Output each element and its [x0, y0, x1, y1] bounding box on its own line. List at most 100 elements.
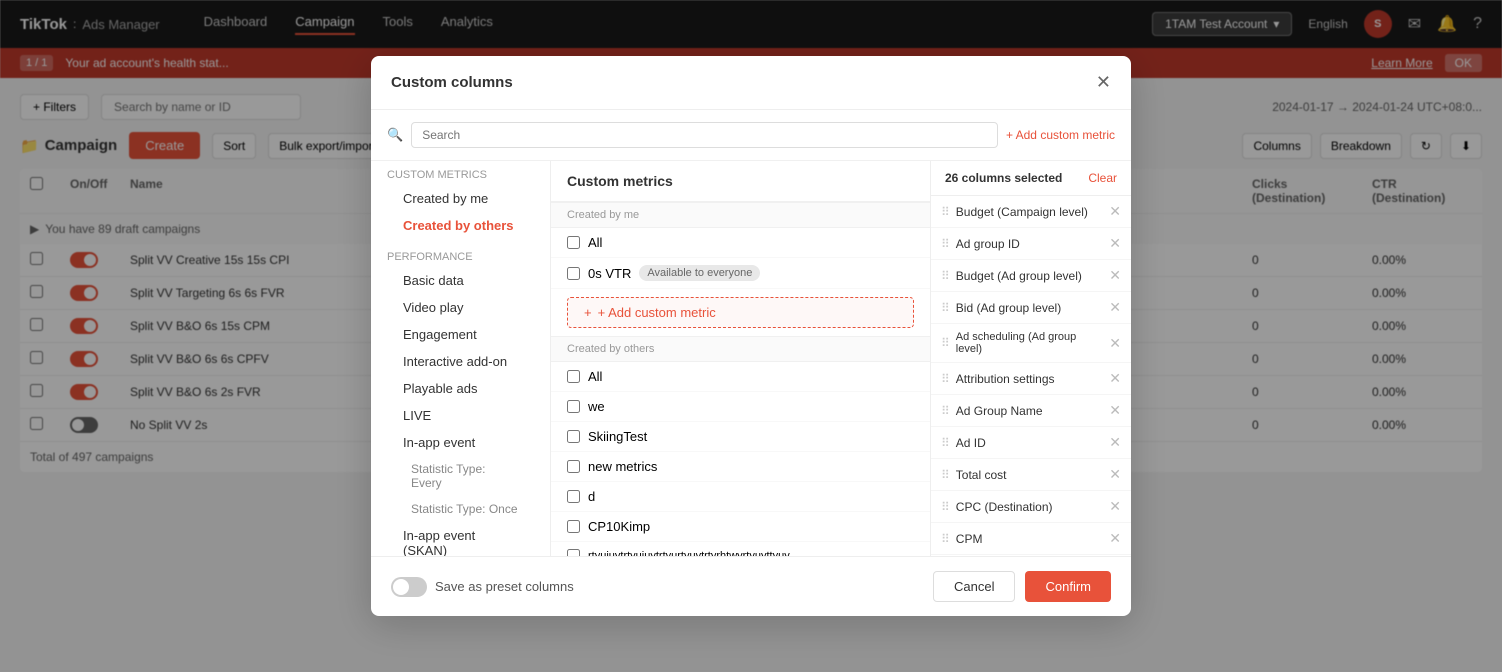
metric-label-we: we: [588, 399, 605, 414]
column-item: ⠿ Total cost ✕: [931, 459, 1131, 491]
column-item: ⠿ CPM ✕: [931, 523, 1131, 555]
left-item-video-play[interactable]: Video play: [387, 294, 534, 321]
modal-left-panel: Custom metrics Created by me Created by …: [371, 161, 551, 556]
metric-checkbox-we[interactable]: [567, 400, 580, 413]
column-label: CPM: [956, 532, 983, 546]
preset-toggle-switch[interactable]: [391, 577, 427, 597]
modal-right-header: 26 columns selected Clear: [931, 161, 1131, 196]
metric-checkbox-cp10kimp[interactable]: [567, 520, 580, 533]
left-item-engagement[interactable]: Engagement: [387, 321, 534, 348]
remove-column-button[interactable]: ✕: [1109, 299, 1121, 316]
left-item-basic-data[interactable]: Basic data: [387, 267, 534, 294]
column-label: Ad ID: [956, 436, 986, 450]
metric-checkbox-d[interactable]: [567, 490, 580, 503]
drag-handle-icon[interactable]: ⠿: [941, 404, 950, 418]
remove-column-button[interactable]: ✕: [1109, 370, 1121, 387]
modal-middle-panel: Custom metrics Created by me All 0s VTR …: [551, 161, 931, 556]
modal-search-section: 🔍 + Add custom metric: [371, 110, 1131, 161]
remove-column-button[interactable]: ✕: [1109, 235, 1121, 252]
column-item: ⠿ Ad scheduling (Ad group level) ✕: [931, 324, 1131, 363]
metric-checkbox-long-name[interactable]: [567, 549, 580, 556]
left-item-live[interactable]: LIVE: [387, 402, 534, 429]
metric-label-all-others: All: [588, 369, 602, 384]
metric-item-cp10kimp[interactable]: CP10Kimp: [551, 512, 930, 542]
search-icon: 🔍: [387, 127, 403, 143]
column-item: ⠿ Budget (Campaign level) ✕: [931, 196, 1131, 228]
metric-checkbox-all-me[interactable]: [567, 236, 580, 249]
confirm-button[interactable]: Confirm: [1025, 571, 1111, 602]
column-label: Ad group ID: [956, 237, 1020, 251]
metric-item-all-me[interactable]: All: [551, 228, 930, 258]
modal-search-bar: 🔍 + Add custom metric: [387, 122, 1115, 148]
column-label: CPC (Destination): [956, 500, 1053, 514]
add-custom-metric-top-button[interactable]: + Add custom metric: [1006, 128, 1115, 142]
cancel-button[interactable]: Cancel: [933, 571, 1015, 602]
left-item-in-app-event[interactable]: In-app event: [387, 429, 534, 456]
drag-handle-icon[interactable]: ⠿: [941, 468, 950, 482]
modal-search-input[interactable]: [411, 122, 998, 148]
modal-body: Custom metrics Created by me Created by …: [371, 161, 1131, 556]
column-label: Total cost: [956, 468, 1007, 482]
drag-handle-icon[interactable]: ⠿: [941, 205, 950, 219]
column-label: Bid (Ad group level): [956, 301, 1061, 315]
metric-item-we[interactable]: we: [551, 392, 930, 422]
remove-column-button[interactable]: ✕: [1109, 530, 1121, 547]
drag-handle-icon[interactable]: ⠿: [941, 500, 950, 514]
preset-toggle-section: Save as preset columns: [391, 577, 574, 597]
metric-checkbox-skiingtest[interactable]: [567, 430, 580, 443]
remove-column-button[interactable]: ✕: [1109, 267, 1121, 284]
column-label: Ad Group Name: [956, 404, 1043, 418]
metric-item-long-name[interactable]: rtyuiuytrtyuiuytrtyurtyuytrtyrhtwyrtyuyt…: [551, 542, 930, 556]
drag-handle-icon[interactable]: ⠿: [941, 532, 950, 546]
remove-column-button[interactable]: ✕: [1109, 203, 1121, 220]
metric-label-new-metrics: new metrics: [588, 459, 657, 474]
clear-columns-button[interactable]: Clear: [1088, 171, 1117, 185]
remove-column-button[interactable]: ✕: [1109, 498, 1121, 515]
column-item: ⠿ Attribution settings ✕: [931, 363, 1131, 395]
left-item-in-app-skan[interactable]: In-app event (SKAN): [387, 522, 534, 556]
add-custom-metric-button[interactable]: + + Add custom metric: [567, 297, 914, 328]
metric-item-d[interactable]: d: [551, 482, 930, 512]
left-item-created-by-me[interactable]: Created by me: [387, 185, 534, 212]
custom-metrics-section: Custom metrics Created by me Created by …: [371, 161, 550, 243]
column-item: ⠿ Ad ID ✕: [931, 427, 1131, 459]
metric-label-d: d: [588, 489, 595, 504]
metric-checkbox-all-others[interactable]: [567, 370, 580, 383]
drag-handle-icon[interactable]: ⠿: [941, 269, 950, 283]
column-item: ⠿ Ad group ID ✕: [931, 228, 1131, 260]
drag-handle-icon[interactable]: ⠿: [941, 301, 950, 315]
metric-checkbox-new-metrics[interactable]: [567, 460, 580, 473]
left-item-created-by-others[interactable]: Created by others: [387, 212, 534, 239]
performance-label: Performance: [387, 251, 534, 263]
drag-handle-icon[interactable]: ⠿: [941, 336, 950, 350]
remove-column-button[interactable]: ✕: [1109, 466, 1121, 483]
modal-header: Custom columns ✕: [371, 56, 1131, 110]
left-item-statistic-once[interactable]: Statistic Type: Once: [387, 496, 534, 522]
left-item-interactive-addon[interactable]: Interactive add-on: [387, 348, 534, 375]
metric-badge-0s-vtr: Available to everyone: [639, 265, 760, 281]
remove-column-button[interactable]: ✕: [1109, 402, 1121, 419]
created-by-others-section-label: Created by others: [551, 336, 930, 362]
modal-close-button[interactable]: ✕: [1096, 72, 1111, 93]
custom-columns-modal: Custom columns ✕ 🔍 + Add custom metric C…: [371, 56, 1131, 616]
left-item-playable-ads[interactable]: Playable ads: [387, 375, 534, 402]
selected-count: 26 columns selected: [945, 171, 1062, 185]
column-item: ⠿ Ad Group Name ✕: [931, 395, 1131, 427]
column-item: ⠿ Budget (Ad group level) ✕: [931, 260, 1131, 292]
drag-handle-icon[interactable]: ⠿: [941, 237, 950, 251]
drag-handle-icon[interactable]: ⠿: [941, 436, 950, 450]
column-label: Budget (Campaign level): [956, 205, 1088, 219]
metric-label-skiingtest: SkiingTest: [588, 429, 647, 444]
custom-metrics-label: Custom metrics: [387, 169, 534, 181]
metric-checkbox-0s-vtr[interactable]: [567, 267, 580, 280]
left-item-statistic-every[interactable]: Statistic Type: Every: [387, 456, 534, 496]
metric-item-skiingtest[interactable]: SkiingTest: [551, 422, 930, 452]
drag-handle-icon[interactable]: ⠿: [941, 372, 950, 386]
metric-item-all-others[interactable]: All: [551, 362, 930, 392]
metric-item-0s-vtr[interactable]: 0s VTR Available to everyone: [551, 258, 930, 289]
remove-column-button[interactable]: ✕: [1109, 335, 1121, 352]
remove-column-button[interactable]: ✕: [1109, 434, 1121, 451]
metric-item-new-metrics[interactable]: new metrics: [551, 452, 930, 482]
performance-section: Performance Basic data Video play Engage…: [371, 243, 550, 556]
column-item: ⠿ Bid (Ad group level) ✕: [931, 292, 1131, 324]
